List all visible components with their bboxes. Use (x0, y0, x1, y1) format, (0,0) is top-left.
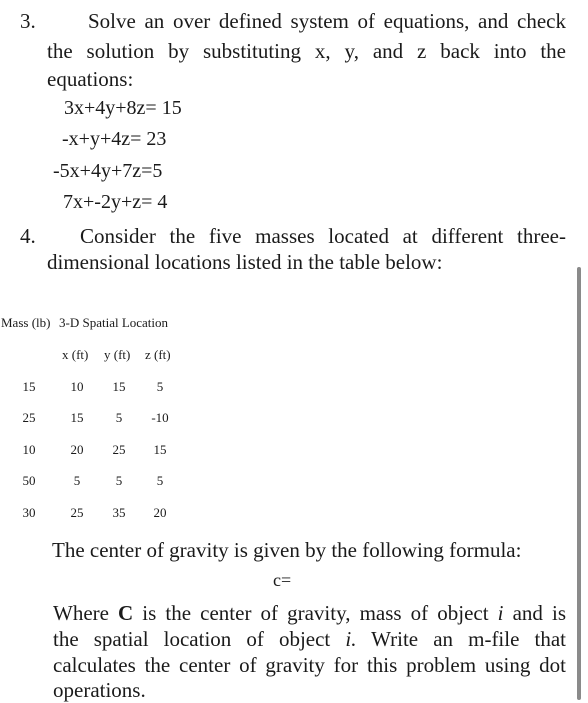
table-cell-x: 10 (70, 379, 84, 394)
table-cell-z: 15 (153, 442, 167, 457)
table-header-location: 3-D Spatial Location (59, 315, 169, 330)
italic-i: i. (345, 627, 357, 651)
table-header-x: x (ft) (62, 347, 89, 362)
explanation-line-1: Where C is the center of gravity, mass o… (53, 600, 566, 626)
bold-c: C (118, 601, 134, 625)
explanation-line-2: the spatial location of object i. Write … (53, 626, 566, 652)
text: Where (53, 601, 119, 625)
problem-4-number: 4. (20, 224, 36, 248)
table-cell-mass: 30 (22, 505, 36, 520)
table-header-y: y (ft) (104, 347, 131, 362)
text: Write an m-file that (356, 627, 566, 651)
problem-3-number: 3. (20, 9, 36, 33)
problem-4-line-2: dimensional locations listed in the tabl… (47, 250, 443, 274)
table-cell-mass: 10 (22, 442, 36, 457)
equation-1: 3x+4y+8z= 15 (64, 97, 182, 119)
equation-4: 7x+-2y+z= 4 (63, 191, 168, 213)
table-cell-mass: 25 (22, 410, 36, 425)
table-cell-mass: 15 (22, 379, 36, 394)
problem-3-line-3: equations: (47, 67, 134, 91)
equation-2: -x+y+4z= 23 (62, 128, 167, 150)
table-cell-x: 15 (70, 410, 84, 425)
explanation-line-3: calculates the center of gravity for thi… (53, 653, 566, 677)
text: and is (503, 601, 566, 625)
equation-3: -5x+4y+7z=5 (53, 160, 163, 182)
text: is the center of gravity, mass of object (133, 601, 498, 625)
problem-4-line-1: Consider the five masses located at diff… (80, 224, 566, 248)
table-cell-y: 5 (115, 473, 123, 488)
scrollbar[interactable] (577, 267, 581, 700)
table-cell-y: 15 (112, 379, 126, 394)
formula-intro: The center of gravity is given by the fo… (52, 538, 522, 562)
table-header-mass: Mass (lb) (1, 315, 51, 330)
table-cell-x: 25 (70, 505, 84, 520)
table-cell-x: 5 (73, 473, 81, 488)
text: the spatial location of object (53, 627, 346, 651)
table-cell-y: 35 (112, 505, 126, 520)
table-cell-z: 20 (153, 505, 167, 520)
table-cell-y: 5 (115, 410, 123, 425)
table-cell-mass: 50 (22, 473, 36, 488)
formula-expression: c= (273, 570, 292, 590)
table-cell-z: 5 (156, 379, 164, 394)
table-header-z: z (ft) (145, 347, 171, 362)
problem-3-line-1: Solve an over defined system of equation… (88, 9, 566, 33)
table-cell-z: 5 (156, 473, 164, 488)
table-cell-z: -10 (151, 410, 169, 425)
table-cell-y: 25 (112, 442, 126, 457)
problem-3-line-2: the solution by substituting x, y, and z… (47, 39, 566, 63)
table-cell-x: 20 (70, 442, 84, 457)
explanation-line-4: operations. (53, 678, 146, 702)
